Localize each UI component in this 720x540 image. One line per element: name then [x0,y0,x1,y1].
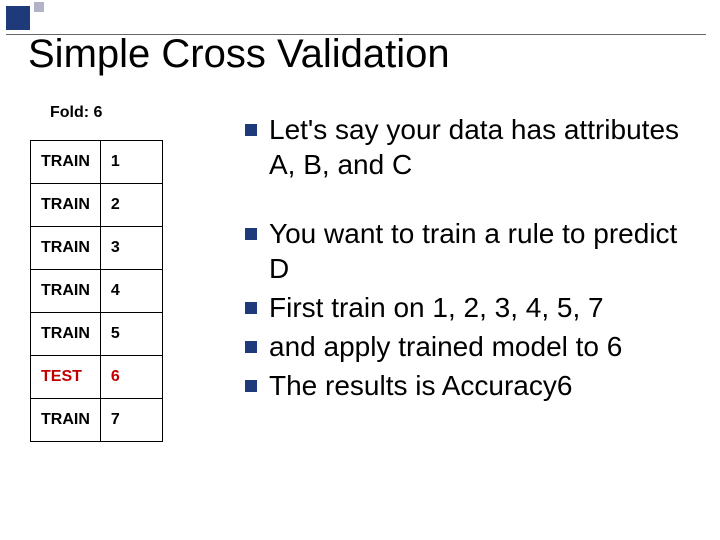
table-row: TRAIN5 [31,313,163,356]
row-number: 1 [100,141,162,184]
bullet-item: The results is Accuracy6 [245,368,695,403]
row-number: 2 [100,184,162,227]
bullet-item: and apply trained model to 6 [245,329,695,364]
bullet-gap [245,186,695,216]
fold-table: TRAIN1TRAIN2TRAIN3TRAIN4TRAIN5TEST6TRAIN… [30,140,163,442]
row-label: TRAIN [31,313,101,356]
row-number: 7 [100,399,162,442]
bullet-item: Let's say your data has attributes A, B,… [245,112,695,182]
bullet-text: Let's say your data has attributes A, B,… [269,112,695,182]
row-number: 4 [100,270,162,313]
table-row: TEST6 [31,356,163,399]
fold-label: Fold: 6 [50,104,102,122]
row-label: TRAIN [31,184,101,227]
bullet-square-icon [245,302,257,314]
row-number: 3 [100,227,162,270]
table-row: TRAIN1 [31,141,163,184]
table-row: TRAIN3 [31,227,163,270]
bullet-item: First train on 1, 2, 3, 4, 5, 7 [245,290,695,325]
bullet-item: You want to train a rule to predict D [245,216,695,286]
bullet-text: The results is Accuracy6 [269,368,572,403]
row-label: TRAIN [31,227,101,270]
decor-small-square [34,2,44,12]
table-row: TRAIN2 [31,184,163,227]
bullet-square-icon [245,228,257,240]
table-row: TRAIN7 [31,399,163,442]
row-number: 5 [100,313,162,356]
bullet-square-icon [245,124,257,136]
row-label: TRAIN [31,270,101,313]
row-label: TRAIN [31,141,101,184]
row-number: 6 [100,356,162,399]
row-label: TRAIN [31,399,101,442]
table-row: TRAIN4 [31,270,163,313]
bullet-text: and apply trained model to 6 [269,329,622,364]
bullet-square-icon [245,380,257,392]
row-label: TEST [31,356,101,399]
slide-title: Simple Cross Validation [28,32,450,77]
bullet-list: Let's say your data has attributes A, B,… [245,112,695,407]
decor-big-square [6,6,30,30]
bullet-square-icon [245,341,257,353]
bullet-text: You want to train a rule to predict D [269,216,695,286]
bullet-text: First train on 1, 2, 3, 4, 5, 7 [269,290,604,325]
